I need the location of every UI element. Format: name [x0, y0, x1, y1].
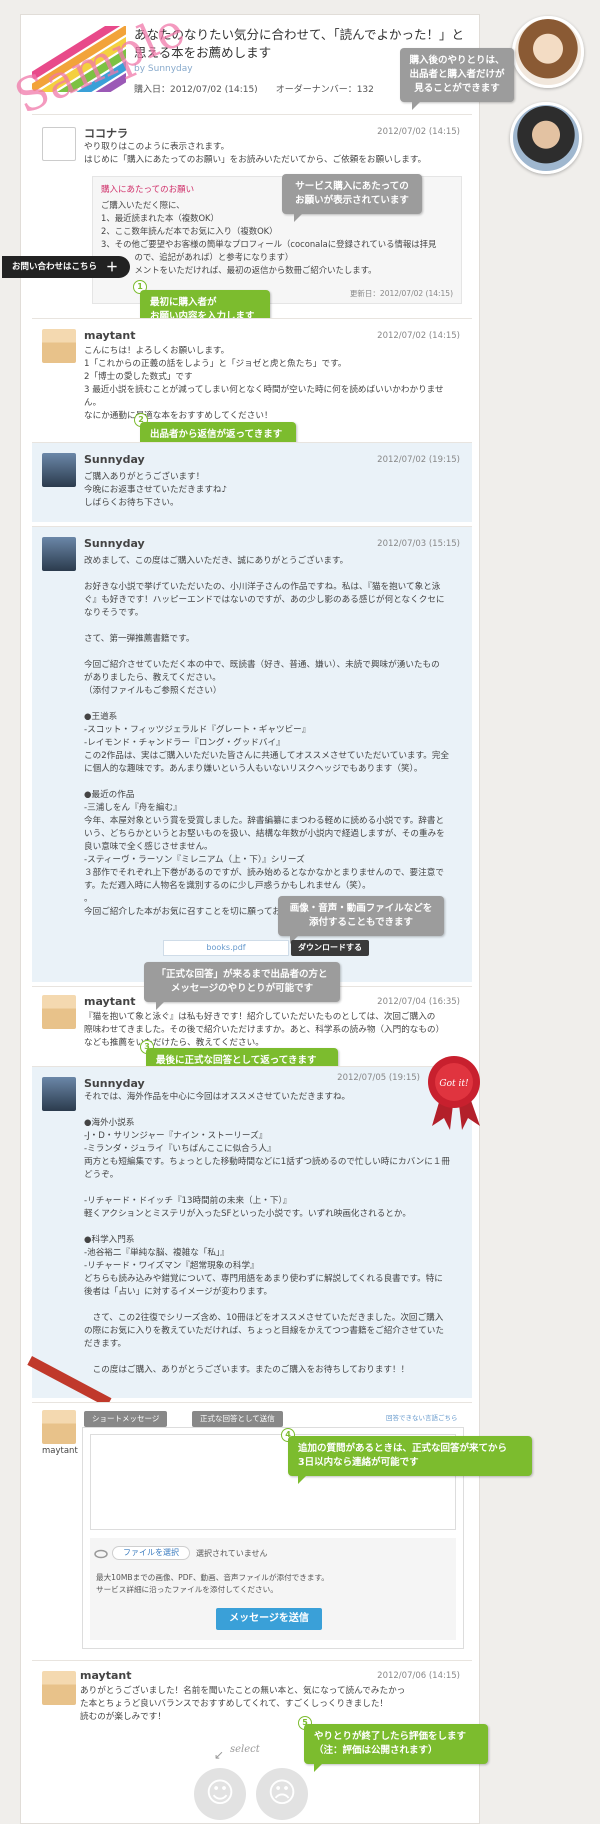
- buyer-avatar-large: [512, 16, 584, 88]
- attachment-file[interactable]: books.pdf: [163, 940, 289, 956]
- maytant-avatar: [42, 329, 76, 363]
- notice-updated: 更新日：2012/07/02 (14:15): [349, 289, 453, 298]
- sunnyday-avatar: [42, 1077, 76, 1111]
- sunnyday-avatar: [42, 537, 76, 571]
- sender-name: Sunnyday: [84, 537, 145, 550]
- download-button[interactable]: ダウンロードする: [291, 940, 369, 956]
- compose-user: maytant: [42, 1446, 78, 1456]
- compose-help-link[interactable]: 回答できない言語ごちら: [386, 1412, 458, 1422]
- callout-step-4: 追加の質問があるときは、正式な回答が来てから 3日以内なら連絡が可能です: [288, 1436, 532, 1484]
- message-date: 2012/07/05 (19:15): [337, 1073, 420, 1083]
- message-text: こんにちは！よろしくお願いします。 1「これからの正義の話をしよう」と「ジョゼと…: [84, 346, 444, 421]
- message-date: 2012/07/02 (14:15): [377, 127, 460, 137]
- page: あなたのなりたい気分に合わせて、「読んでよかった！」と思える本をお薦めします b…: [0, 0, 600, 1824]
- good-rating-face-icon[interactable]: ☺: [194, 1768, 246, 1820]
- tab-short-message[interactable]: ショートメッセージ: [84, 1411, 168, 1427]
- sender-name: maytant: [84, 995, 136, 1008]
- message-date: 2012/07/06 (14:15): [377, 1671, 460, 1681]
- no-file-text: 選択されていません: [196, 1549, 268, 1558]
- choose-file-button[interactable]: ファイルを選択: [112, 1546, 190, 1560]
- message-maytant-1: maytant 2012/07/02 (14:15) こんにちは！よろしくお願い…: [32, 318, 472, 438]
- maytant-avatar: [42, 1671, 76, 1705]
- message-text: やり取りはこのように表示されます。 はじめに「購入にあたってのお願い」をお読みい…: [84, 142, 427, 165]
- sender-name: maytant: [80, 1669, 132, 1682]
- got-it-seal-icon: Got it!: [428, 1056, 480, 1130]
- maytant-avatar: [42, 995, 76, 1029]
- seal-text: Got it!: [439, 1079, 469, 1089]
- message-sunnyday-1: Sunnyday 2012/07/02 (19:15) ご購入ありがとうございま…: [32, 442, 472, 522]
- message-text: ご購入ありがとうございます！ 今晩にお返事させていただきますね♪ しばらくお待ち…: [84, 472, 227, 508]
- coconala-avatar: [42, 127, 76, 161]
- sender-name: maytant: [84, 329, 136, 342]
- callout-service: サービス購入にあたっての お願いが表示されています: [282, 174, 422, 222]
- callout-private: 購入後のやりとりは、 出品者と購入者だけが 見ることができます: [400, 48, 514, 110]
- message-text: それでは、海外作品を中心に今回はオススメさせていただきますね。 ●海外小説系 -…: [84, 1092, 450, 1375]
- plus-icon: ＋: [105, 260, 118, 274]
- message-date: 2012/07/03 (15:15): [377, 539, 460, 549]
- select-arrow-icon: ↙: [214, 1748, 225, 1762]
- message-text: ありがとうございました！名前を聞いたことの無い本と、気になって読んでみたかっ た…: [80, 1686, 406, 1722]
- notice-heading: 購入にあたってのお願い: [101, 185, 195, 195]
- select-label: select: [230, 1744, 260, 1755]
- message-date: 2012/07/04 (16:35): [377, 997, 460, 1007]
- sunnyday-avatar: [42, 453, 76, 487]
- contact-label: お問い合わせはこちら: [12, 262, 98, 272]
- tab-official-answer[interactable]: 正式な回答として送信: [192, 1411, 283, 1427]
- paperclip-icon: [94, 1549, 108, 1559]
- sender-name: Sunnyday: [84, 1077, 145, 1090]
- upload-note: 最大10MBまでの画像、PDF、動画、音声ファイルが添付できます。 サービス詳細…: [96, 1573, 329, 1594]
- message-text: 改めまして、この度はご購入いただき、誠にありがとうございます。 お好きな小説で挙…: [84, 556, 450, 917]
- callout-attach: 画像・音声・動画ファイルなどを 添付することもできます: [278, 896, 444, 944]
- message-sunnyday-final: Sunnyday 2012/07/05 (19:15) それでは、海外作品を中心…: [32, 1066, 472, 1398]
- sender-name: Sunnyday: [84, 453, 145, 466]
- seller-avatar-large: [510, 102, 582, 174]
- callout-step-5: やりとりが終了したら評価をします （注：評価は公開されます）: [304, 1724, 488, 1772]
- order-meta: 購入日：2012/07/02 (14:15) オーダーナンバー：132: [134, 85, 374, 95]
- callout-official: 「正式な回答」が来るまで出品者の方と メッセージのやりとりが可能です: [144, 962, 340, 1010]
- bad-rating-face-icon[interactable]: ☹: [256, 1768, 308, 1820]
- message-date: 2012/07/02 (19:15): [377, 455, 460, 465]
- message-date: 2012/07/02 (14:15): [377, 331, 460, 341]
- compose-avatar: [42, 1410, 76, 1444]
- send-message-button[interactable]: メッセージを送信: [216, 1608, 322, 1630]
- sender-name: ココナラ: [84, 127, 128, 140]
- contact-button[interactable]: お問い合わせはこちら ＋: [2, 256, 130, 278]
